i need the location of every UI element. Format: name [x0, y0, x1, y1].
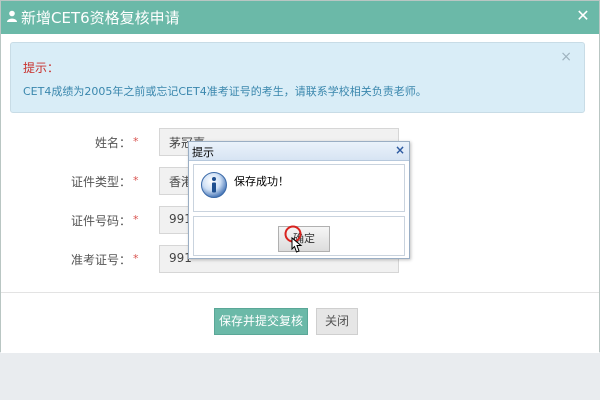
alert-body: 保存成功！	[193, 164, 405, 212]
id-type-label: 证件类型：	[70, 175, 131, 189]
info-icon	[200, 171, 228, 199]
user-icon	[7, 10, 17, 25]
required-mark: *	[133, 252, 139, 265]
modal-header: 新增CET6资格复核申请	[1, 1, 599, 34]
tip-close-icon[interactable]: ×	[560, 49, 572, 65]
close-button[interactable]: 关闭	[316, 308, 358, 335]
id-number-label: 证件号码：	[70, 214, 131, 228]
save-submit-button[interactable]: 保存并提交复核	[214, 308, 308, 335]
alert-header: 提示 ×	[189, 142, 409, 161]
alert-footer: 确定	[193, 216, 405, 256]
modal-close-icon[interactable]: ✕	[575, 8, 591, 24]
exam-number-label: 准考证号：	[70, 253, 131, 267]
tip-box: 提示： CET4成绩为2005年之前或忘记CET4准考证号的考生，请联系学校相关…	[10, 42, 585, 113]
modal-title: 新增CET6资格复核申请	[21, 9, 180, 27]
ok-button[interactable]: 确定	[278, 226, 330, 252]
alert-title: 提示	[192, 146, 214, 159]
alert-dialog: 提示 × 保存成功！ 确定	[188, 141, 410, 259]
required-mark: *	[133, 174, 139, 187]
required-mark: *	[133, 213, 139, 226]
required-mark: *	[133, 135, 139, 148]
alert-message: 保存成功！	[234, 175, 289, 188]
tip-text: CET4成绩为2005年之前或忘记CET4准考证号的考生，请联系学校相关负责老师…	[23, 85, 427, 98]
tip-title: 提示：	[23, 61, 60, 75]
alert-close-icon[interactable]: ×	[395, 143, 405, 157]
name-label: 姓名：	[94, 136, 131, 150]
